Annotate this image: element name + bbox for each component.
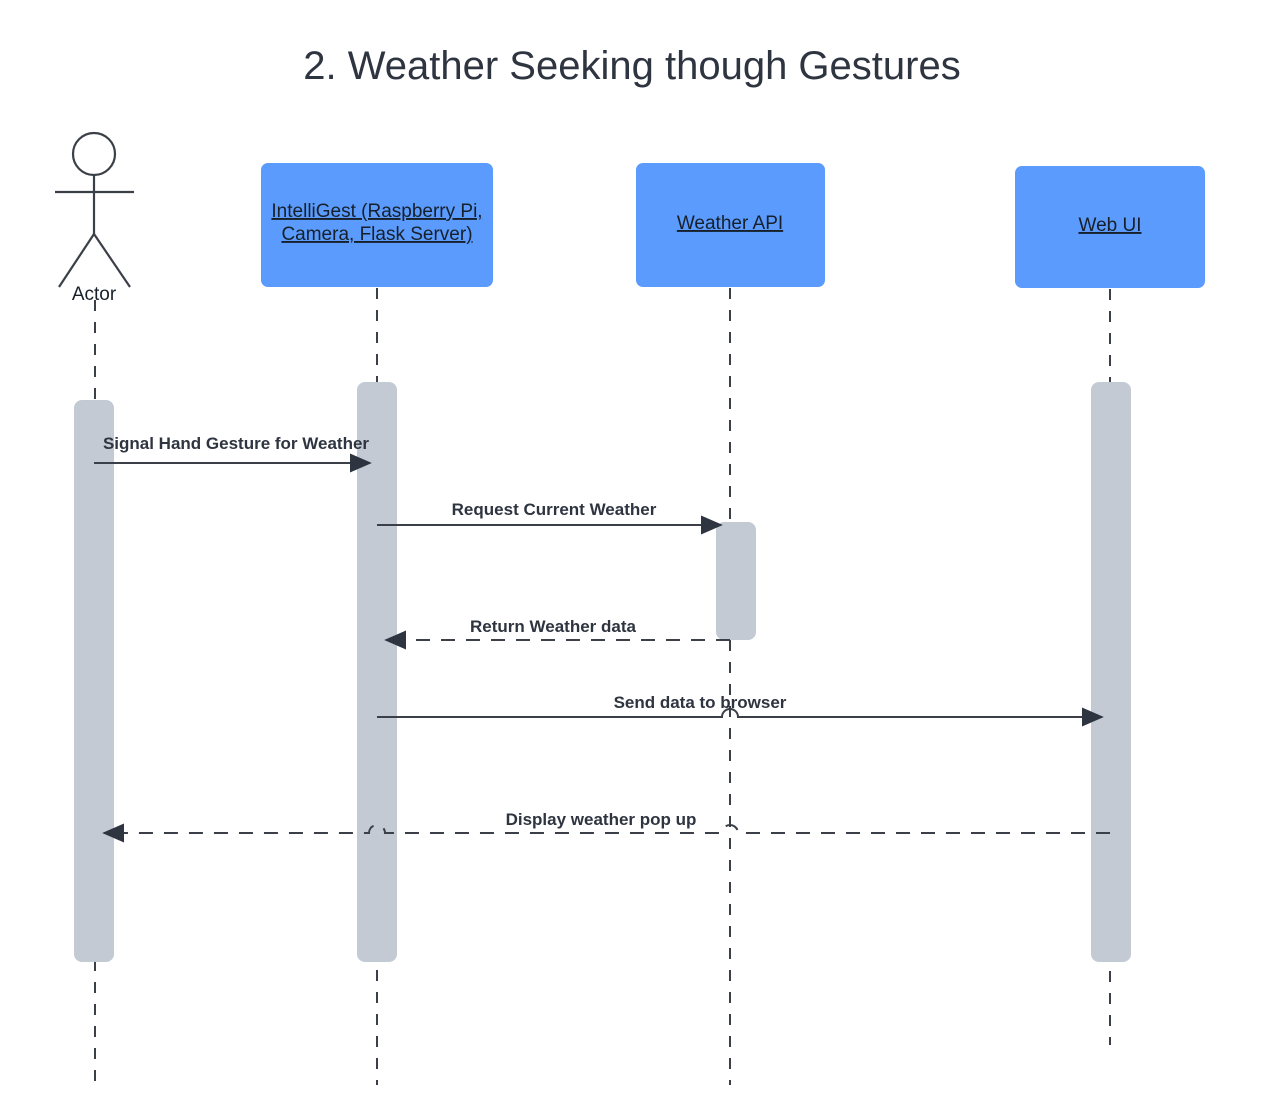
activation-bar-weather-api	[716, 522, 756, 640]
message-2: Request Current Weather	[377, 500, 723, 535]
message-2-label: Request Current Weather	[452, 500, 657, 519]
message-5: Display weather pop up	[102, 810, 1110, 843]
message-5-label: Display weather pop up	[506, 810, 697, 829]
participant-intelligest-label-line1: IntelliGest (Raspberry Pi,	[271, 201, 482, 222]
participant-intelligest-label-line2: Camera, Flask Server)	[281, 224, 472, 245]
participant-intelligest[interactable]: IntelliGest (Raspberry Pi, Camera, Flask…	[261, 163, 493, 287]
activation-bar-actor	[74, 400, 114, 962]
actor-left-leg-icon	[58, 233, 95, 288]
message-3: Return Weather data	[384, 617, 730, 650]
message-3-label: Return Weather data	[470, 617, 636, 636]
message-4: Send data to browser	[377, 693, 1104, 727]
participant-web-ui[interactable]: Web UI	[1015, 166, 1205, 288]
participant-weather-api[interactable]: Weather API	[636, 163, 825, 287]
diagram-svg: 2. Weather Seeking though Gestures Actor…	[55, 44, 1205, 1085]
activation-bar-web-ui	[1091, 382, 1131, 962]
message-1: Signal Hand Gesture for Weather	[94, 434, 372, 473]
actor-right-leg-icon	[93, 233, 131, 288]
diagram-title: 2. Weather Seeking though Gestures	[303, 44, 960, 88]
actor-head-icon	[71, 131, 117, 177]
message-4-label: Send data to browser	[614, 693, 787, 712]
activation-bar-intelligest	[357, 382, 397, 962]
sequence-diagram-canvas: 2. Weather Seeking though Gestures Actor…	[0, 0, 1283, 1120]
message-1-label: Signal Hand Gesture for Weather	[103, 434, 369, 453]
actor-figure	[55, 131, 134, 288]
participant-web-ui-label: Web UI	[1078, 215, 1141, 236]
participant-weather-api-label: Weather API	[677, 213, 783, 234]
